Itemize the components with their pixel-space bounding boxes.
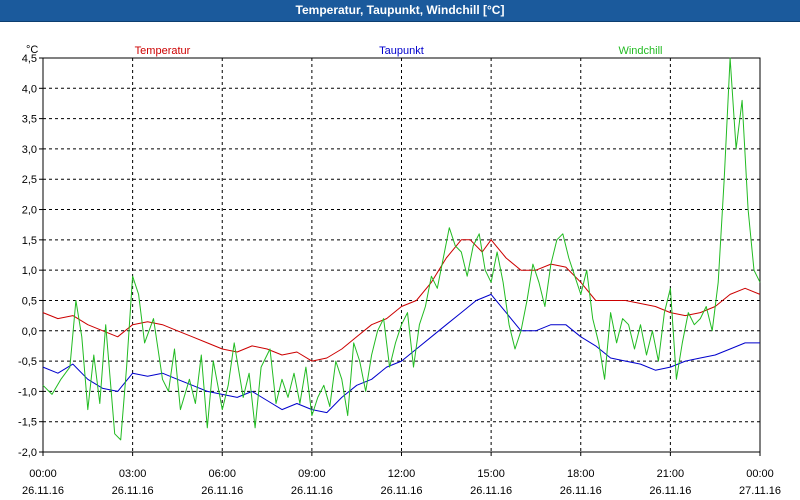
chart-window: Temperatur, Taupunkt, Windchill [°C] 4,5… — [0, 0, 800, 500]
x-tick-time: 21:00 — [657, 468, 685, 480]
window-title: Temperatur, Taupunkt, Windchill [°C] — [0, 0, 800, 22]
x-tick-time: 06:00 — [208, 468, 236, 480]
x-tick-date: 26.11.16 — [22, 485, 64, 497]
x-tick-time: 18:00 — [567, 468, 595, 480]
legend-label-temperatur: Temperatur — [135, 45, 191, 57]
x-tick-time: 09:00 — [298, 468, 326, 480]
y-tick-label: 0,0 — [22, 326, 37, 338]
x-tick-time: 00:00 — [29, 468, 57, 480]
x-tick-date: 27.11.16 — [739, 485, 781, 497]
plot-frame — [42, 57, 761, 453]
x-tick-date: 26.11.16 — [201, 485, 243, 497]
x-tick-date: 26.11.16 — [112, 485, 154, 497]
x-tick-date: 26.11.16 — [380, 485, 422, 497]
legend-label-taupunkt: Taupunkt — [379, 45, 424, 57]
y-tick-label: 2,5 — [22, 174, 37, 186]
y-tick-label: -0,5 — [18, 356, 37, 368]
y-tick-label: 1,0 — [22, 265, 37, 277]
x-tick-time: 15:00 — [477, 468, 505, 480]
y-tick-label: 3,0 — [22, 144, 37, 156]
y-tick-label: 3,5 — [22, 114, 37, 126]
chart-svg: 4,54,03,53,02,52,01,51,00,50,0-0,5-1,0-1… — [18, 44, 781, 497]
x-tick-time: 00:00 — [746, 468, 774, 480]
x-tick-time: 12:00 — [388, 468, 416, 480]
x-tick-date: 26.11.16 — [560, 485, 602, 497]
plot-area: 4,5 4,0 3,5 3,0 2,5 2,0 1,5 1,0 0,5 0,0 -0,5 -1,0 -1… — [0, 21, 800, 500]
y-tick-label: 4,0 — [22, 83, 37, 95]
x-tick-time: 03:00 — [119, 468, 147, 480]
y-tick-label: -1,0 — [18, 386, 37, 398]
legend-label-windchill: Windchill — [618, 45, 662, 57]
y-axis-unit: °C — [26, 44, 38, 56]
y-tick-label: 2,0 — [22, 205, 37, 217]
y-tick-label: -2,0 — [18, 447, 37, 459]
y-tick-label: -1,5 — [18, 417, 37, 429]
y-tick-label: 1,5 — [22, 235, 37, 247]
x-tick-date: 26.11.16 — [649, 485, 691, 497]
y-tick-label: 0,5 — [22, 295, 37, 307]
x-tick-date: 26.11.16 — [470, 485, 512, 497]
x-tick-date: 26.11.16 — [291, 485, 333, 497]
